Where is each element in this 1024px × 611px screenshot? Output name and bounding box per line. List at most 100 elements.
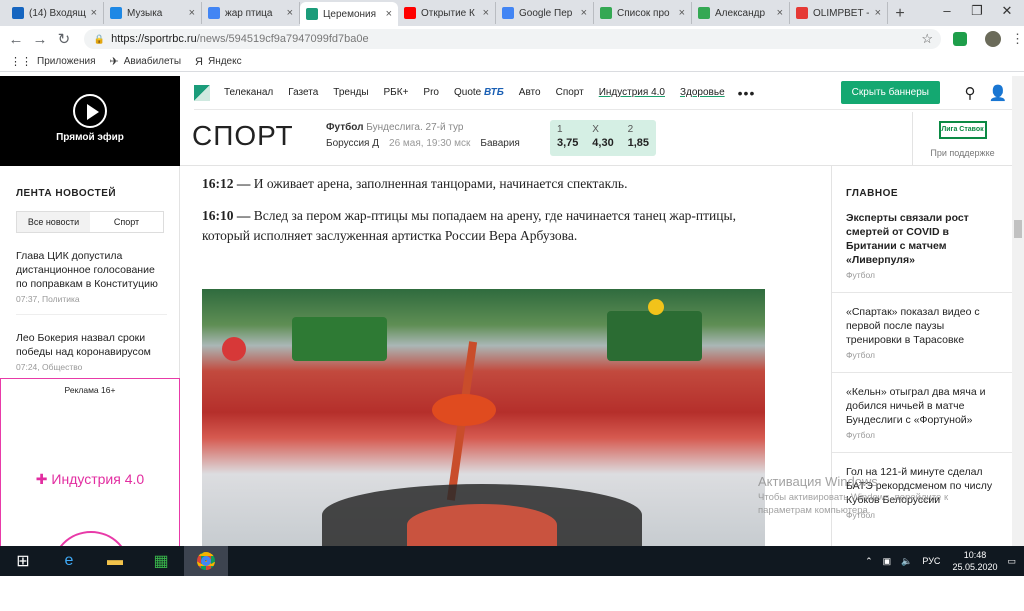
browser-tab[interactable]: Google Пер × xyxy=(496,2,594,24)
url-input[interactable]: 🔒 https://sportrbc.ru/news/594519cf9a794… xyxy=(83,29,942,49)
close-tab-icon[interactable]: × xyxy=(483,7,489,19)
browser-tab[interactable]: Открытие К × xyxy=(398,2,496,24)
match-widget[interactable]: Футбол Бундеслига. 27-й тур Боруссия Д 2… xyxy=(326,122,520,149)
list-item[interactable]: «Спартак» показал видео с первой после п… xyxy=(846,305,1000,360)
nav-rbk-plus[interactable]: РБК+ xyxy=(384,87,409,98)
nav-avto[interactable]: Авто xyxy=(519,87,541,98)
chrome-icon[interactable] xyxy=(184,546,228,576)
browser-tab[interactable]: (14) Входящ × xyxy=(6,2,104,24)
reload-button[interactable]: ↻ xyxy=(52,30,76,48)
internet-explorer-icon[interactable]: e xyxy=(46,546,92,576)
play-icon[interactable] xyxy=(73,94,107,128)
close-tab-icon[interactable]: × xyxy=(581,7,587,19)
clock[interactable]: 10:48 25.05.2020 xyxy=(952,549,997,573)
nav-quote[interactable]: Quote ВТБ xyxy=(454,87,504,98)
ad-banner[interactable]: Реклама 16+ ✚ Индустрия 4.0 xyxy=(0,378,180,551)
browser-tab[interactable]: Александр × xyxy=(692,2,790,24)
nav-telekanal[interactable]: Телеканал xyxy=(224,87,273,98)
browser-tab[interactable]: жар птица × xyxy=(202,2,300,24)
nav-gazeta[interactable]: Газета xyxy=(288,87,318,98)
file-explorer-icon[interactable]: ▬ xyxy=(92,546,138,576)
match-sport: Футбол xyxy=(326,122,364,133)
url-host: https://sportrbc.ru xyxy=(111,33,197,45)
nav-health[interactable]: Здоровье xyxy=(680,87,725,98)
bookmark-item[interactable]: Я Яндекс xyxy=(195,56,242,68)
language-indicator[interactable]: РУС xyxy=(922,556,940,566)
odds-home[interactable]: 1 3,75 xyxy=(557,124,578,156)
close-tab-icon[interactable]: × xyxy=(189,7,195,19)
close-tab-icon[interactable]: × xyxy=(679,7,685,19)
clock-time: 10:48 xyxy=(963,550,987,560)
main-news-title: ГЛАВНОЕ xyxy=(846,188,899,199)
odds-away[interactable]: 2 1,85 xyxy=(628,124,649,156)
browser-tab[interactable]: Музыка × xyxy=(104,2,202,24)
url-path: /news/594519cf9a7947099fd7ba0e xyxy=(196,33,369,45)
close-tab-icon[interactable]: × xyxy=(777,7,783,19)
maximize-button[interactable]: ❐ xyxy=(962,0,992,22)
odds-box[interactable]: 1 3,75 X 4,30 2 1,85 xyxy=(550,120,656,156)
odds-draw[interactable]: X 4,30 xyxy=(592,124,613,156)
live-stream-block[interactable]: Прямой эфир xyxy=(0,76,180,166)
dancer-tutu xyxy=(432,394,496,426)
close-tab-icon[interactable]: × xyxy=(91,7,97,19)
feed-tabs: Все новости Спорт xyxy=(16,211,164,233)
browser-tab[interactable]: Список про × xyxy=(594,2,692,24)
user-icon[interactable]: 👤 xyxy=(984,84,1012,102)
list-item[interactable]: «Кельн» отыграл два мяча и добился ничье… xyxy=(846,385,1000,440)
network-icon[interactable]: ▣ xyxy=(883,556,892,567)
browser-tab[interactable]: OLIMPBET - × xyxy=(790,2,888,24)
bookmark-item[interactable]: ⋮⋮ Приложения xyxy=(10,55,96,68)
nav-trendy[interactable]: Тренды xyxy=(333,87,368,98)
bookmark-label: Приложения xyxy=(37,56,96,67)
hide-banners-button[interactable]: Скрыть баннеры xyxy=(840,81,940,104)
star-icon[interactable]: ☆ xyxy=(921,31,933,47)
tab-title: (14) Входящ xyxy=(29,7,86,19)
store-icon[interactable]: ▦ xyxy=(138,546,184,576)
sponsor-block[interactable]: Лига Ставок При поддержке xyxy=(912,112,1012,166)
list-item[interactable]: Эксперты связали рост смертей от COVID в… xyxy=(846,211,1000,280)
match-league: Футбол Бундеслига. 27-й тур xyxy=(326,122,520,133)
avatar[interactable] xyxy=(985,31,1001,47)
list-item[interactable]: Глава ЦИК допустила дистанционное голосо… xyxy=(16,249,167,304)
bookmark-item[interactable]: ✈ Авиабилеты xyxy=(110,55,182,68)
close-tab-icon[interactable]: × xyxy=(386,8,392,20)
article-photo[interactable] xyxy=(202,289,765,546)
more-dots-icon[interactable]: ••• xyxy=(738,85,756,101)
ad-brand-text: Индустрия 4.0 xyxy=(51,471,145,487)
article-body: 16:12 — И оживает арена, заполненная тан… xyxy=(202,166,762,246)
page-scrollbar[interactable] xyxy=(1012,76,1024,546)
volume-icon[interactable]: 🔈 xyxy=(901,556,912,567)
windows-start-icon[interactable]: ⊞ xyxy=(0,546,46,576)
apps-grid-icon: ⋮⋮ xyxy=(10,56,32,68)
match-tour: Бундеслига. 27-й тур xyxy=(366,122,464,133)
tab-title: Александр xyxy=(715,7,766,19)
list-item[interactable]: Лео Бокерия назвал сроки победы над коро… xyxy=(16,331,167,372)
browser-tab[interactable]: Церемония × xyxy=(300,2,398,26)
tab-title: Открытие К xyxy=(421,7,475,19)
nav-sport[interactable]: Спорт xyxy=(556,87,584,98)
menu-kebab-icon[interactable]: ⋮ xyxy=(1011,31,1024,47)
top-nav: Телеканал Газета Тренды РБК+ Pro Quote В… xyxy=(194,76,1012,110)
odds-key: 2 xyxy=(627,124,634,135)
new-tab-button[interactable]: + xyxy=(888,5,912,23)
back-button[interactable]: ← xyxy=(4,31,28,48)
nav-industry[interactable]: Индустрия 4.0 xyxy=(599,87,665,98)
feed-item-text: Глава ЦИК допустила дистанционное голосо… xyxy=(16,250,158,290)
tab-sport[interactable]: Спорт xyxy=(90,212,163,232)
close-tab-icon[interactable]: × xyxy=(287,7,293,19)
plane-icon: ✈ xyxy=(109,56,119,68)
close-tab-icon[interactable]: × xyxy=(875,7,881,19)
chevron-up-icon[interactable]: ⌃ xyxy=(865,556,873,567)
forward-button[interactable]: → xyxy=(28,31,52,48)
minimize-button[interactable]: – xyxy=(932,0,962,22)
close-window-button[interactable]: ✕ xyxy=(992,0,1022,22)
rbc-logo[interactable] xyxy=(194,84,210,101)
search-icon[interactable]: ⚲ xyxy=(956,84,984,102)
tab-all-news[interactable]: Все новости xyxy=(17,212,90,232)
tab-title: Церемония xyxy=(323,8,377,20)
nav-pro[interactable]: Pro xyxy=(423,87,439,98)
notifications-icon[interactable]: ▭ xyxy=(1007,556,1016,567)
shield-extension-icon[interactable] xyxy=(953,32,967,46)
divider xyxy=(832,452,1012,453)
scrollbar-thumb[interactable] xyxy=(1014,220,1022,238)
